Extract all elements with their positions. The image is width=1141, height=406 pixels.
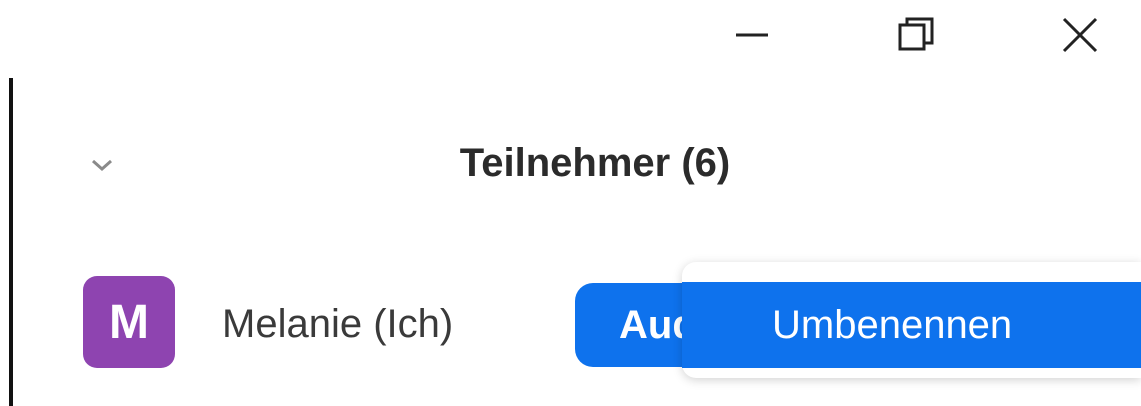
menu-item-rename[interactable]: Umbenennen xyxy=(682,282,1141,368)
close-icon xyxy=(1062,17,1098,53)
restore-button[interactable] xyxy=(876,4,956,66)
participants-panel: Teilnehmer (6) M Melanie (Ich) Audio stu… xyxy=(0,0,1141,406)
panel-title: Teilnehmer (6) xyxy=(459,140,731,185)
chevron-down-icon xyxy=(92,159,112,172)
panel-left-border xyxy=(9,78,13,406)
close-button[interactable] xyxy=(1040,4,1120,66)
participant-name: Melanie (Ich) xyxy=(222,302,454,346)
participant-context-menu: Umbenennen xyxy=(682,262,1141,378)
restore-icon xyxy=(898,17,934,51)
avatar: M xyxy=(83,276,175,368)
minimize-button[interactable] xyxy=(712,4,792,66)
collapse-button[interactable] xyxy=(82,145,122,185)
minimize-icon xyxy=(736,33,768,37)
